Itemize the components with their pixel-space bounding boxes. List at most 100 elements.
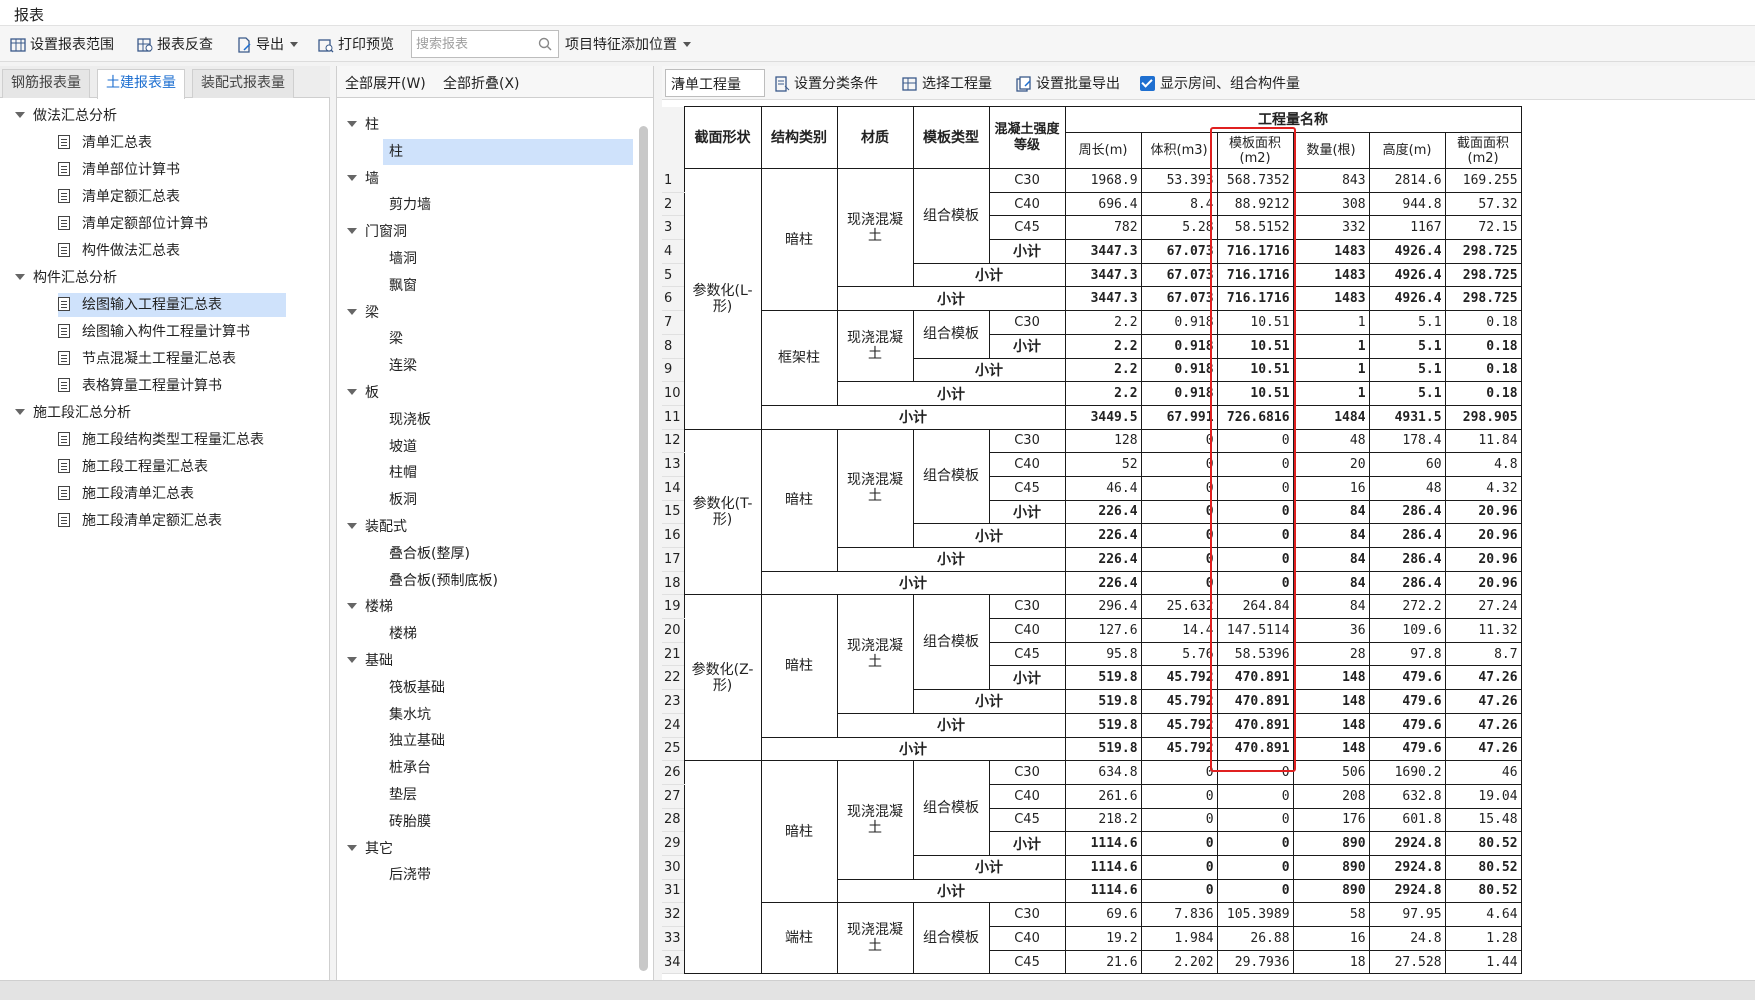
tree-item-segment-summary[interactable]: 施工段汇总分析: [15, 401, 131, 425]
component-tree-item[interactable]: 桩承台: [383, 755, 431, 781]
expand-arrow-icon[interactable]: [347, 174, 357, 181]
tree-item-bill-quota-location-calc[interactable]: 清单定额部位计算书: [58, 212, 208, 236]
select-quantity-button[interactable]: 选择工程量: [902, 73, 992, 95]
component-tree-item[interactable]: 连梁: [383, 353, 417, 379]
tree-item-bill-location-calc[interactable]: 清单部位计算书: [58, 158, 180, 182]
batch-export-button[interactable]: 设置批量导出: [1016, 73, 1120, 95]
expand-arrow-icon[interactable]: [347, 228, 357, 235]
component-tree-item[interactable]: 飘窗: [383, 273, 417, 299]
component-tree-item[interactable]: 垫层: [383, 782, 417, 808]
tree-item-segment-bill-quota-summary[interactable]: 施工段清单定额汇总表: [58, 509, 222, 533]
component-tree-item[interactable]: 筏板基础: [383, 675, 445, 701]
volume-cell: 0: [1140, 854, 1218, 880]
tree-item-drawing-input-component-calc[interactable]: 绘图输入构件工程量计算书: [58, 320, 250, 344]
component-tree-item[interactable]: 柱: [383, 138, 633, 165]
section-area-cell: 20.96: [1444, 547, 1522, 572]
tab-rebar-report[interactable]: 钢筋报表量: [2, 69, 90, 98]
table-row[interactable]: 1 参数化(L-形) 暗柱 现浇混凝土 组合模板 C30 1968.9 53.393 568.7…: [662, 167, 1522, 430]
feature-position-dropdown[interactable]: 项目特征添加位置: [565, 34, 691, 56]
report-check-button[interactable]: 报表反查: [137, 34, 213, 56]
component-tree-item[interactable]: 剪力墙: [383, 192, 431, 218]
quantity-type-select[interactable]: 清单工程量: [665, 69, 765, 97]
table-row[interactable]: 18 小计 226.4 0 0 84 286.4 20.96: [662, 570, 1522, 596]
tab-prefab-report[interactable]: 装配式报表量: [192, 69, 294, 98]
component-tree-item[interactable]: 砖胎膜: [383, 809, 431, 835]
height-cell: 286.4: [1368, 547, 1446, 572]
show-rooms-checkbox[interactable]: 显示房间、组合构件量: [1140, 73, 1300, 95]
subtotal-label: 小计: [988, 831, 1066, 856]
component-tree-item[interactable]: 独立基础: [383, 728, 445, 754]
expand-arrow-icon[interactable]: [347, 603, 357, 610]
table-row[interactable]: 12 参数化(T-形) 暗柱 现浇混凝土 组合模板 C30 128 0 0 48 178.4 11.8…: [662, 428, 1522, 596]
component-tree-item[interactable]: 坡道: [383, 434, 417, 460]
expand-arrow-icon[interactable]: [15, 112, 25, 118]
component-tree-item[interactable]: 板洞: [383, 487, 417, 513]
table-row[interactable]: 25 小计 519.8 45.792 470.891 148 479.6 47.26: [662, 736, 1522, 762]
set-range-button[interactable]: 设置报表范围: [10, 34, 114, 56]
height-cell: 944.8: [1368, 191, 1446, 217]
component-tree-item[interactable]: 柱帽: [383, 460, 417, 486]
table-row[interactable]: 11 小计 3449.5 67.991 726.6816 1484 4931.5 298.90…: [662, 404, 1522, 430]
tab-civil-report[interactable]: 土建报表量: [97, 69, 185, 99]
component-tree-item[interactable]: 叠合板(预制底板): [383, 568, 498, 594]
tree-item-drawing-input-quantity-summary[interactable]: 绘图输入工程量汇总表: [58, 293, 286, 317]
component-tree-item[interactable]: 楼梯: [347, 594, 393, 620]
component-tree-item[interactable]: 楼梯: [383, 621, 417, 647]
component-tree-item[interactable]: 叠合板(整厚): [383, 541, 470, 567]
expand-arrow-icon[interactable]: [347, 523, 357, 529]
expand-arrow-icon[interactable]: [347, 121, 357, 127]
formwork-area-cell: 0: [1216, 807, 1294, 833]
search-input[interactable]: [412, 31, 532, 57]
tree-item-practice-summary[interactable]: 做法汇总分析: [15, 104, 117, 128]
column-header: 模板类型: [912, 106, 990, 169]
component-tree-item[interactable]: 集水坑: [383, 702, 431, 728]
component-tree-item[interactable]: 现浇板: [383, 407, 431, 433]
component-tree-item[interactable]: 基础: [347, 648, 393, 674]
height-cell: 632.8: [1368, 783, 1446, 809]
component-tree-item[interactable]: 其它: [347, 836, 393, 862]
search-icon[interactable]: [538, 37, 552, 51]
tree-item-node-concrete-summary[interactable]: 节点混凝土工程量汇总表: [58, 347, 236, 371]
tree-item-segment-quantity-summary[interactable]: 施工段工程量汇总表: [58, 455, 208, 479]
table-row[interactable]: 32 端柱 现浇混凝土 组合模板 C30 69.6 7.836 105.3989 58 97.95…: [662, 902, 1522, 975]
component-tree-item[interactable]: 柱: [347, 112, 379, 138]
expand-arrow-icon[interactable]: [347, 844, 357, 851]
component-tree-item[interactable]: 梁: [347, 300, 379, 326]
export-button[interactable]: 导出: [236, 34, 298, 56]
component-tree-item[interactable]: 墙: [347, 166, 379, 192]
component-tree-item[interactable]: 板: [347, 380, 379, 406]
volume-cell: 0: [1140, 831, 1218, 856]
collapse-all-button[interactable]: 全部折叠(X): [443, 73, 520, 93]
expand-arrow-icon[interactable]: [347, 308, 357, 315]
table-row[interactable]: 7 框架柱 现浇混凝土 组合模板 C30 2.2 0.918 10.51 1 5.1 0.18: [662, 310, 1522, 406]
expand-all-button[interactable]: 全部展开(W): [345, 73, 426, 93]
section-area-cell: 0.18: [1444, 310, 1522, 335]
tree-item-bill-quota-summary[interactable]: 清单定额汇总表: [58, 185, 180, 209]
set-category-button[interactable]: 设置分类条件: [774, 73, 878, 95]
tree-item-component-practice-summary[interactable]: 构件做法汇总表: [58, 239, 180, 263]
expand-arrow-icon[interactable]: [347, 389, 357, 395]
tree-item-table-quantity-calc[interactable]: 表格算量工程量计算书: [58, 374, 222, 398]
expand-arrow-icon[interactable]: [15, 409, 25, 415]
count-cell: 1483: [1292, 286, 1370, 312]
expand-arrow-icon[interactable]: [15, 274, 25, 280]
component-tree-scrollbar[interactable]: [639, 126, 648, 971]
checkbox-checked-icon[interactable]: [1140, 76, 1155, 91]
tree-item-bill-summary[interactable]: 清单汇总表: [58, 131, 152, 155]
count-cell: 20: [1292, 452, 1370, 477]
volume-cell: 0.918: [1140, 310, 1218, 335]
expand-arrow-icon[interactable]: [347, 657, 357, 663]
component-tree-item[interactable]: 门窗洞: [347, 219, 407, 245]
table-row[interactable]: 19 参数化(Z-形) 暗柱 现浇混凝土 组合模板 C30 296.4 25.632 264.8…: [662, 594, 1522, 762]
tree-item-segment-structure-type-summary[interactable]: 施工段结构类型工程量汇总表: [58, 428, 264, 452]
tree-item-component-summary[interactable]: 构件汇总分析: [15, 266, 117, 290]
component-tree-item[interactable]: 装配式: [347, 514, 407, 540]
component-tree-item[interactable]: 梁: [383, 326, 403, 352]
subtotal-label: 小计: [988, 333, 1066, 359]
print-preview-button[interactable]: 打印预览: [318, 34, 394, 56]
table-row[interactable]: 26 暗柱 现浇混凝土 组合模板 C30 634.8 0 0 506 1690.2 46: [662, 760, 1522, 975]
row-number: 27: [662, 784, 685, 809]
component-tree-item[interactable]: 后浇带: [383, 862, 431, 888]
component-tree-item[interactable]: 墙洞: [383, 246, 417, 272]
tree-item-segment-bill-summary[interactable]: 施工段清单汇总表: [58, 482, 194, 506]
